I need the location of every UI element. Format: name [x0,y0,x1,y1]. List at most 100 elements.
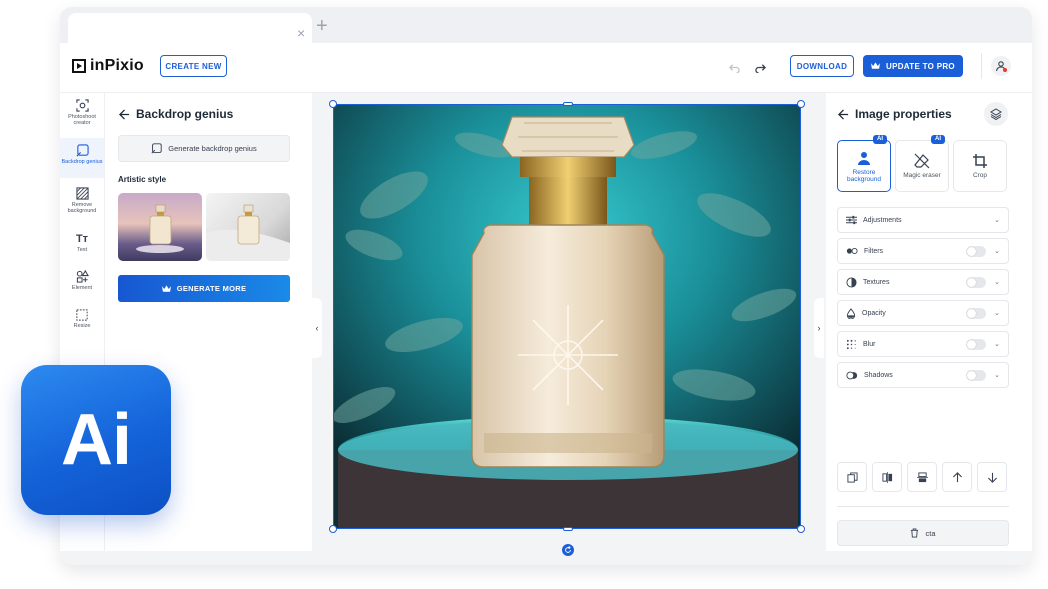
collapse-left-panel-button[interactable]: ‹ [312,298,322,358]
drop-icon [846,307,856,319]
style-thumbnail[interactable] [206,193,290,261]
resize-handle[interactable] [563,527,573,531]
tool-label: Element [71,285,93,291]
flip-vertical-button[interactable] [907,462,937,492]
crop-label: Crop [972,172,988,179]
create-new-button[interactable]: CREATE NEW [160,55,227,77]
perfume-thumbnail-image [136,204,184,253]
crown-icon [161,284,171,292]
blur-row[interactable]: Blur ⌄ [837,331,1009,357]
duplicate-icon [846,471,858,483]
tab-close-icon[interactable]: × [297,26,305,40]
tool-photoshoot-creator[interactable]: Photoshoot creator [60,99,104,131]
tool-label: Backdrop genius [61,159,103,165]
resize-handle[interactable] [797,100,805,108]
canvas-area: ‹ › [312,93,824,556]
delete-label: cta [925,528,936,538]
filters-label: Filters [864,247,884,255]
resize-handle[interactable] [329,525,337,533]
textures-icon [846,276,857,288]
textures-row[interactable]: Textures ⌄ [837,269,1009,295]
shadows-row[interactable]: Shadows ⌄ [837,362,1009,388]
left-panel-header[interactable]: Backdrop genius [119,107,233,121]
bring-forward-button[interactable] [942,462,972,492]
filters-icon [846,248,858,254]
right-panel: Image properties AI Restore background A… [826,93,1032,551]
arrow-down-icon [987,472,997,483]
magic-eraser-card[interactable]: AI Magic eraser [895,135,949,192]
shadows-toggle[interactable] [966,369,987,381]
redo-icon [754,63,766,73]
tool-label: Remove background [67,202,97,214]
right-panel-header[interactable]: Image properties [838,107,952,121]
tool-remove-background[interactable]: Remove background [60,187,104,221]
restore-background-card[interactable]: AI Restore background [837,135,891,192]
rotate-button[interactable] [562,544,574,556]
tool-label: Text [76,247,88,253]
generate-backdrop-button[interactable]: Generate backdrop genius [118,135,290,162]
flip-horizontal-button[interactable] [872,462,902,492]
generate-backdrop-label: Generate backdrop genius [168,144,257,153]
opacity-toggle[interactable] [966,307,987,319]
filters-row[interactable]: Filters ⌄ [837,238,1009,264]
shapes-icon [76,270,89,283]
chevron-down-icon: ⌄ [994,341,1000,348]
account-button[interactable] [991,56,1011,76]
resize-handle[interactable] [797,525,805,533]
left-panel-title: Backdrop genius [136,107,234,121]
tool-text[interactable]: Tт Text [60,233,104,257]
artistic-style-label: Artistic style [118,175,167,184]
tool-resize[interactable]: Resize [60,309,104,335]
divider [837,506,1009,507]
collapse-right-panel-button[interactable]: › [814,298,824,358]
tool-element[interactable]: Element [60,270,104,296]
browser-titlebar: × + [60,7,1032,43]
arrow-up-icon [952,471,962,482]
new-tab-icon[interactable]: + [316,16,328,36]
resize-handle[interactable] [329,100,337,108]
person-icon [858,151,870,165]
magic-eraser-label: Magic eraser [903,172,941,179]
back-arrow-icon [838,108,849,120]
canvas-image[interactable] [333,104,801,529]
back-arrow-icon [119,108,130,120]
textures-toggle[interactable] [966,276,987,288]
trash-icon [911,528,919,538]
adjustments-row[interactable]: Adjustments ⌄ [837,207,1009,233]
backdrop-icon [151,143,162,154]
generate-more-button[interactable]: GENERATE MORE [118,275,290,302]
shadows-icon [846,371,858,379]
update-to-pro-button[interactable]: UPDATE TO PRO [863,55,963,77]
redo-button[interactable] [752,59,768,75]
chevron-down-icon: ⌄ [994,248,1000,255]
resize-handle[interactable] [563,102,573,106]
chevron-down-icon: ⌄ [994,279,1000,286]
opacity-label: Opacity [862,309,886,317]
remove-bg-icon [75,187,89,200]
style-thumbnail[interactable] [118,193,202,261]
logo-text: inPixio [90,57,144,74]
tool-backdrop-genius[interactable]: Backdrop genius [60,138,104,178]
delete-button[interactable]: cta [837,520,1009,546]
shadows-label: Shadows [864,371,893,379]
filters-toggle[interactable] [966,245,987,257]
opacity-row[interactable]: Opacity ⌄ [837,300,1009,326]
rotate-icon [565,546,571,553]
browser-tab[interactable]: × [68,13,312,43]
logo[interactable]: inPixio [72,57,144,75]
blur-toggle[interactable] [966,338,987,350]
crop-card[interactable]: Crop [953,140,1007,192]
undo-icon [728,63,740,73]
layers-icon [990,108,1002,120]
ai-badge: AI [931,135,945,144]
eraser-icon [914,153,930,169]
camera-frame-icon [75,99,89,112]
undo-button[interactable] [726,59,742,75]
download-button[interactable]: DOWNLOAD [790,55,854,77]
app-header: inPixio CREATE NEW DOWNLOAD UPDATE TO PR… [60,43,1032,93]
duplicate-button[interactable] [837,462,867,492]
layers-button[interactable] [984,102,1008,126]
chevron-down-icon: ⌄ [994,217,1000,224]
send-backward-button[interactable] [977,462,1007,492]
text-icon: Tт [75,233,89,245]
